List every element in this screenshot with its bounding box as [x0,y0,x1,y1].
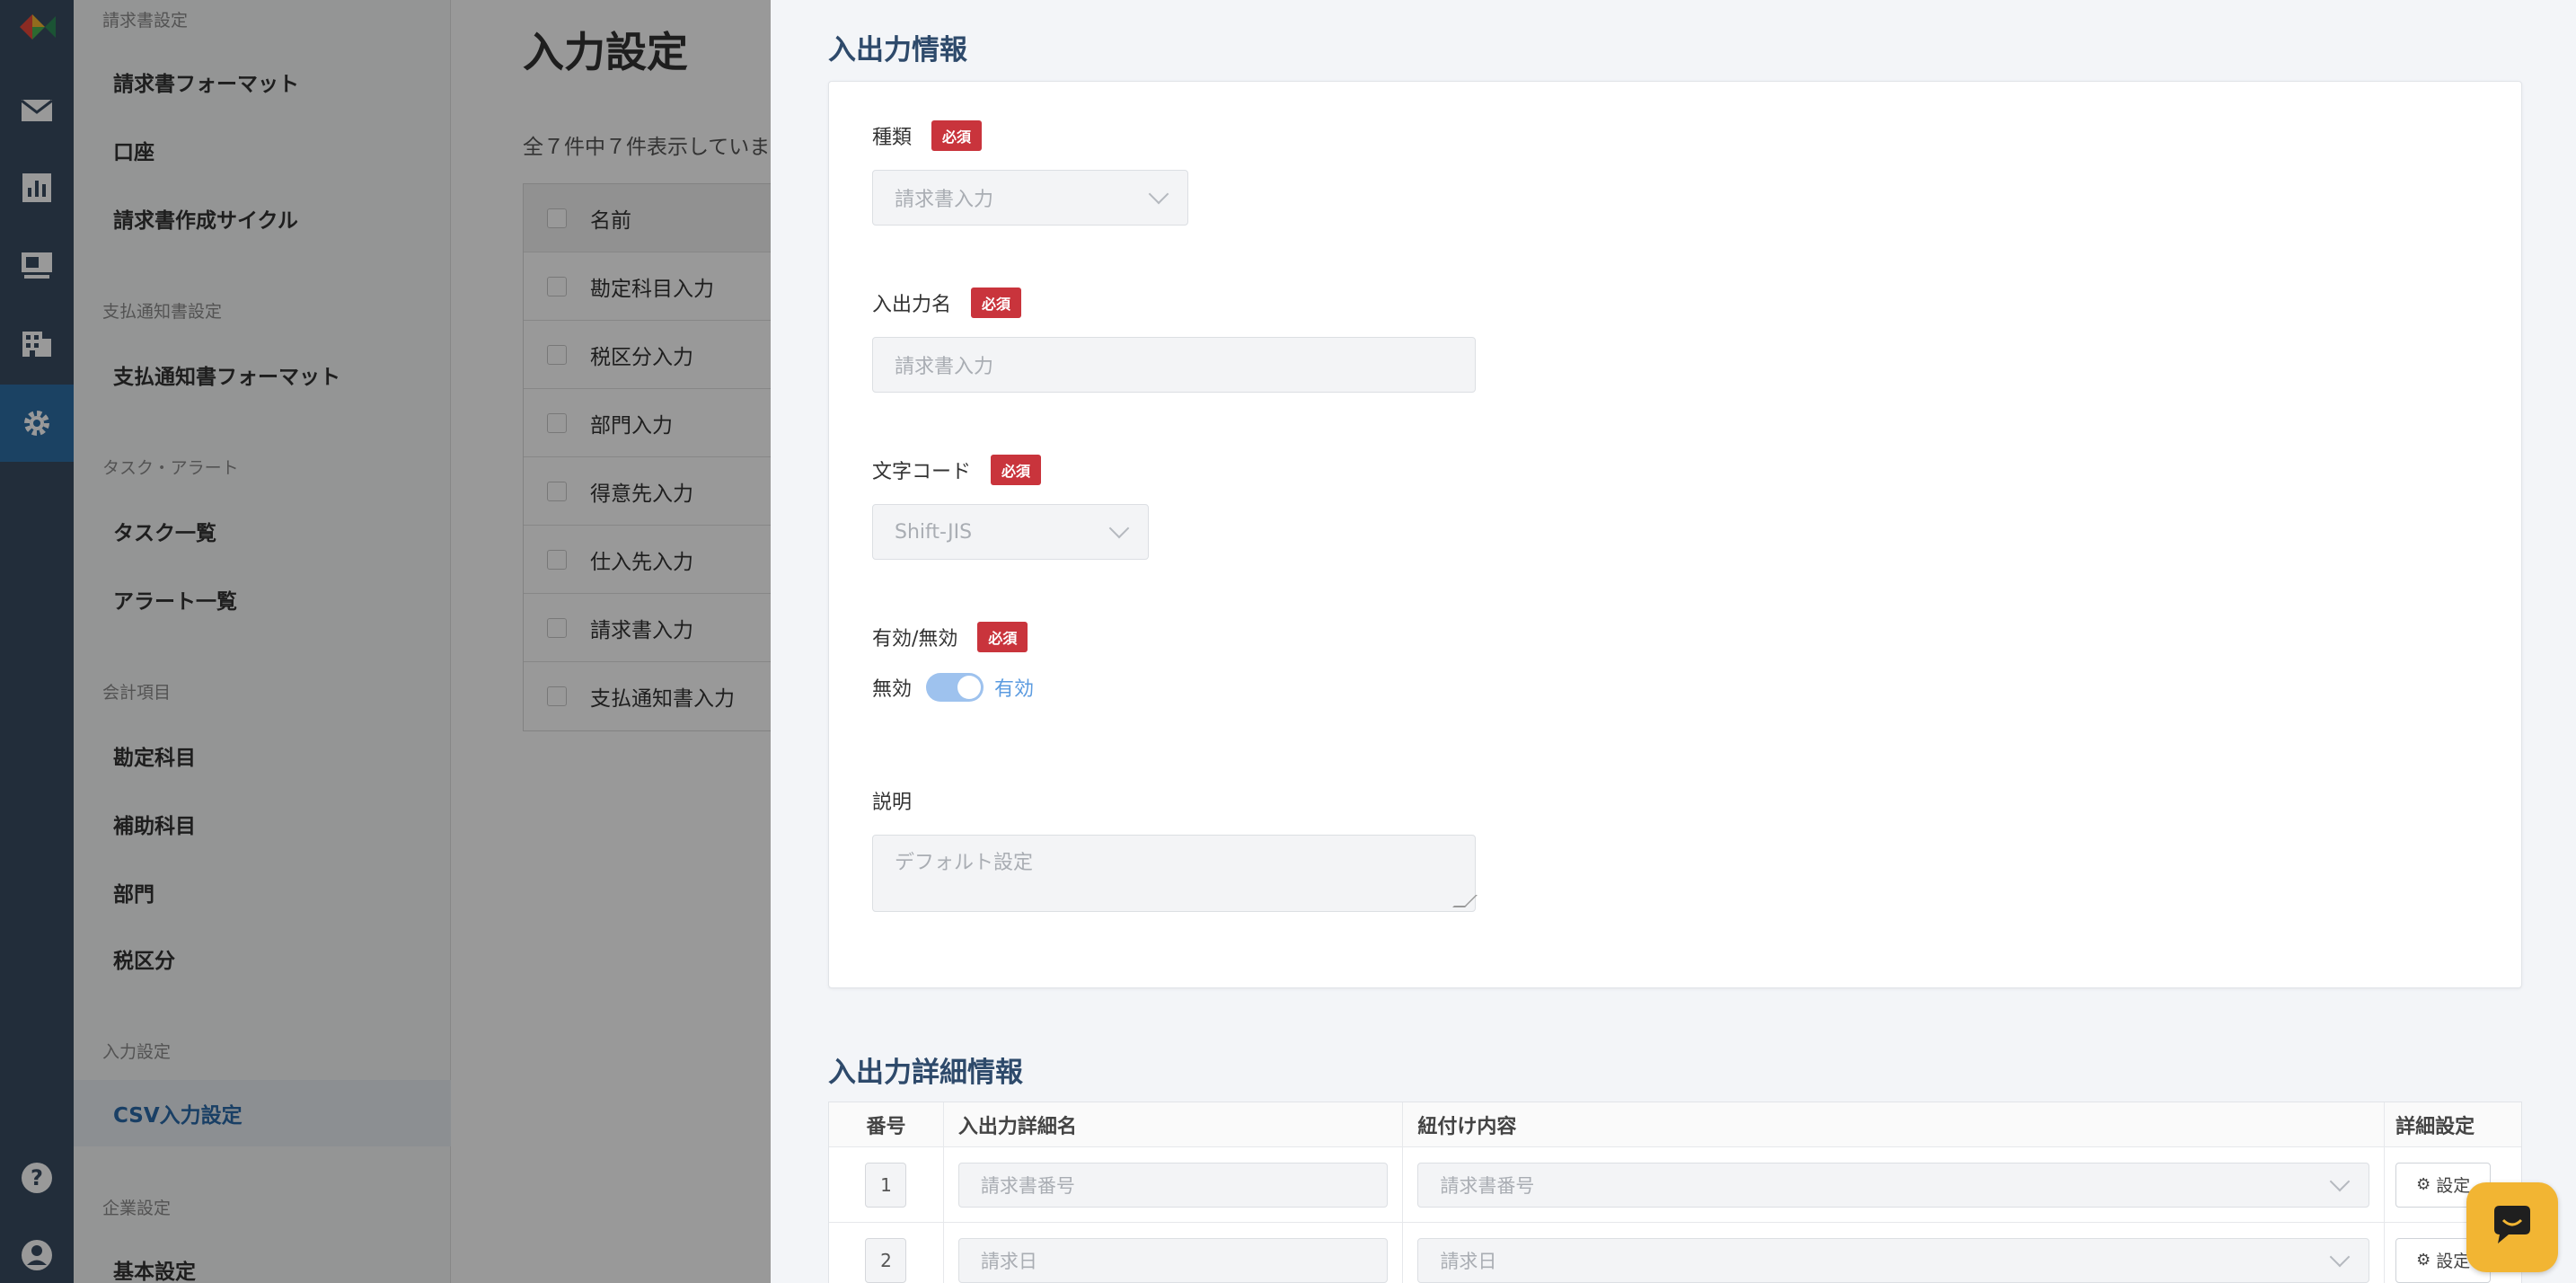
edit-drawer: 入出力情報 種類 必須 請求書入力 入出力名 必須 請求書入力 文字コード 必須 Sh… [771,0,2576,1283]
header-detail-name: 入出力詳細名 [944,1102,1404,1146]
name-field: 入出力名 必須 請求書入力 [872,287,1476,393]
header-mapping: 紐付け内容 [1403,1102,2386,1146]
encoding-select[interactable]: Shift-JIS [872,504,1149,560]
detail-header-row: 番号 入出力詳細名 紐付け内容 詳細設定 [829,1102,2521,1147]
modal-overlay[interactable] [0,0,771,1283]
mapping-value: 請求書番号 [1440,1174,1535,1197]
mapping-select[interactable]: 請求書番号 [1417,1162,2370,1208]
table-row: 1 請求書番号 請求書番号 ⚙ 設定 [829,1147,2521,1223]
description-textarea[interactable]: デフォルト設定 [872,835,1478,912]
chevron-down-icon [2329,1246,2351,1267]
enabled-label: 有効/無効 [872,628,958,650]
description-field: 説明 デフォルト設定 [872,784,1478,912]
header-number: 番号 [829,1102,944,1146]
settings-button-label: 設定 [2436,1252,2471,1271]
required-badge: 必須 [977,622,1028,652]
io-info-card: 種類 必須 請求書入力 入出力名 必須 請求書入力 文字コード 必須 Shift-JI… [828,81,2522,988]
chat-icon [2494,1206,2530,1243]
header-settings: 詳細設定 [2395,1115,2475,1138]
detail-name-placeholder: 請求書番号 [980,1174,1075,1197]
type-select-value: 請求書入力 [895,189,994,211]
row-number: 1 [865,1162,907,1208]
encoding-label: 文字コード [872,461,972,483]
type-field: 種類 必須 請求書入力 [872,119,1188,226]
gear-icon: ⚙ [2416,1175,2431,1194]
toggle-on-label: 有効 [994,678,1035,701]
mapping-select[interactable]: 請求日 [1417,1237,2370,1283]
enabled-toggle[interactable] [926,673,984,702]
detail-name-input[interactable]: 請求日 [957,1237,1389,1283]
chat-button[interactable] [2466,1182,2558,1272]
required-badge: 必須 [971,288,1022,318]
toggle-off-label: 無効 [872,678,913,701]
type-label: 種類 [872,127,913,149]
encoding-select-value: Shift-JIS [895,520,973,544]
settings-button-label: 設定 [2436,1176,2471,1196]
io-detail-table: 番号 入出力詳細名 紐付け内容 詳細設定 1 請求書番号 請求書番号 ⚙ 設定 2… [828,1102,2522,1283]
chevron-down-icon [1108,518,1130,539]
toggle-knob [957,676,982,699]
description-label: 説明 [872,792,913,814]
mapping-value: 請求日 [1440,1250,1497,1272]
detail-name-placeholder: 請求日 [980,1250,1037,1272]
gear-icon: ⚙ [2416,1251,2431,1270]
enabled-field: 有効/無効 必須 無効 有効 [872,621,1034,702]
encoding-field: 文字コード 必須 Shift-JIS [872,454,1149,560]
name-input-placeholder: 請求書入力 [895,356,994,378]
required-badge: 必須 [931,120,983,151]
type-select[interactable]: 請求書入力 [872,170,1188,226]
required-badge: 必須 [991,455,1042,485]
chevron-down-icon [1148,183,1169,205]
io-detail-title: 入出力詳細情報 [828,1057,1023,1089]
chevron-down-icon [2329,1171,2351,1191]
io-info-title: 入出力情報 [828,34,967,66]
table-row: 2 請求日 請求日 ⚙ 設定 [829,1223,2521,1283]
row-number: 2 [865,1237,907,1283]
description-placeholder: デフォルト設定 [895,852,1034,874]
name-input[interactable]: 請求書入力 [872,337,1476,393]
resize-handle-icon[interactable] [1452,895,1478,907]
name-label: 入出力名 [872,294,952,316]
detail-name-input[interactable]: 請求書番号 [957,1162,1389,1208]
